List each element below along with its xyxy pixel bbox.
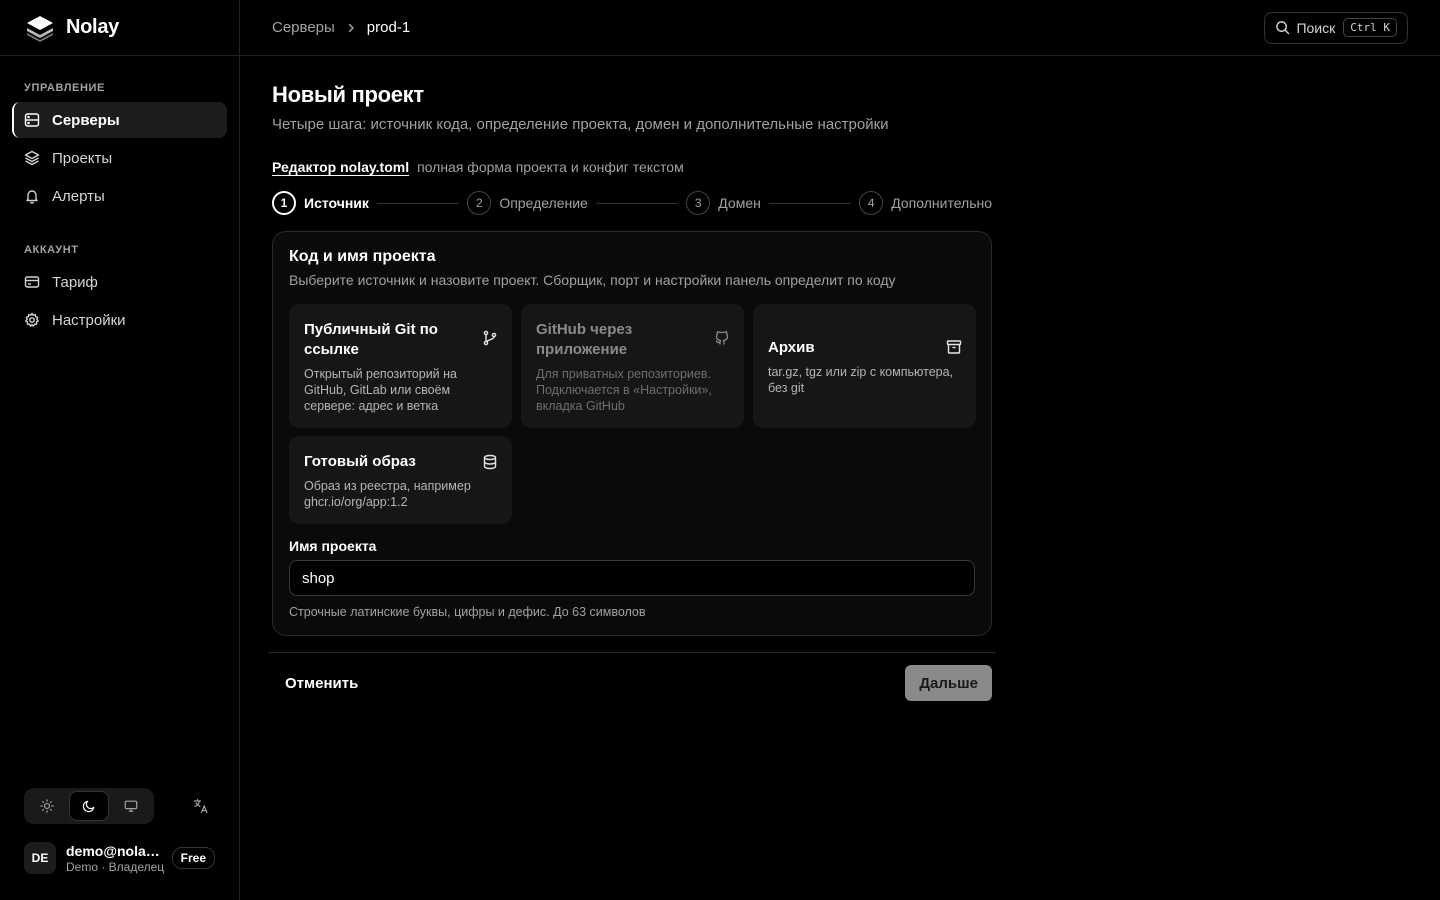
step-label: Дополнительно	[891, 195, 993, 211]
archive-icon	[946, 340, 962, 354]
language-button[interactable]	[183, 788, 219, 824]
toml-editor-description: полная форма проекта и конфиг текстом	[417, 159, 684, 175]
step-connector	[376, 202, 460, 204]
git-branch-icon	[483, 330, 497, 346]
option-description: tar.gz, tgz или zip с компьютера, без gi…	[768, 365, 954, 395]
step-number: 3	[686, 191, 711, 215]
layers-icon	[24, 150, 40, 166]
editor-row: Редактор nolay.toml полная форма проекта…	[272, 159, 968, 175]
sidebar-item-label: Алерты	[52, 187, 105, 205]
user-menu[interactable]: DE demo@nolay... Demo · Владелец Free	[24, 842, 215, 874]
stepper: 1 Источник 2 Определение 3 Домен 4 Допол…	[272, 191, 992, 215]
step-number: 1	[272, 191, 296, 215]
user-email: demo@nolay...	[66, 842, 162, 859]
cancel-button[interactable]: Отменить	[272, 667, 371, 700]
card-title: Код и имя проекта	[289, 248, 436, 265]
option-title: GitHub через приложение	[536, 321, 633, 358]
sidebar-item-label: Проекты	[52, 149, 113, 167]
database-icon	[483, 454, 497, 470]
breadcrumb-current: prod-1	[366, 19, 411, 36]
option-title: Архив	[768, 339, 815, 356]
step-definition[interactable]: 2 Определение	[467, 191, 588, 215]
project-name-hint: Строчные латинские буквы, цифры и дефис.…	[289, 605, 646, 619]
step-label: Источник	[304, 195, 369, 211]
source-option-public-git[interactable]: Публичный Git по ссылке Открытый репозит…	[289, 304, 512, 428]
source-options: Публичный Git по ссылке Открытый репозит…	[289, 304, 976, 524]
new-project-form: Новый проект Четыре шага: источник кода,…	[240, 56, 1000, 701]
option-description: Образ из реестра, например ghcr.io/org/a…	[304, 479, 471, 509]
monitor-icon	[124, 800, 138, 812]
nav-heading-management: УПРАВЛЕНИЕ	[24, 82, 105, 94]
sidebar-item-label: Тариф	[52, 273, 98, 291]
step-label: Домен	[718, 195, 761, 211]
step-source[interactable]: 1 Источник	[272, 191, 369, 215]
brand[interactable]: Nolay	[0, 0, 239, 56]
step-label: Определение	[499, 195, 588, 211]
source-option-image[interactable]: Готовый образ Образ из реестра, например…	[289, 436, 512, 524]
github-icon	[715, 331, 729, 345]
toml-editor-link[interactable]: Редактор nolay.toml	[272, 159, 409, 175]
option-description: Для приватных репозиториев. Подключается…	[536, 367, 712, 413]
server-icon	[24, 113, 40, 127]
nav-management: УПРАВЛЕНИЕ Серверы Проекты Алерты АККАУН…	[0, 56, 239, 340]
step-connector	[768, 202, 852, 204]
sidebar: Nolay УПРАВЛЕНИЕ Серверы Проекты Алерты …	[0, 0, 240, 900]
avatar: DE	[24, 842, 56, 874]
breadcrumb-servers[interactable]: Серверы	[272, 19, 335, 36]
main: Серверы prod-1 Поиск Ctrl K Новый проект…	[240, 0, 1440, 900]
theme-dark-button[interactable]	[69, 791, 109, 821]
search-label: Поиск	[1296, 19, 1336, 36]
source-card: Код и имя проекта Выберите источник и на…	[272, 231, 992, 636]
user-info: demo@nolay... Demo · Владелец	[66, 842, 165, 874]
form-footer: Отменить Дальше	[272, 665, 992, 701]
project-name-label: Имя проекта	[289, 538, 377, 554]
option-description: Открытый репозиторий на GitHub, GitLab и…	[304, 367, 457, 413]
theme-light-button[interactable]	[27, 791, 67, 821]
page-title: Новый проект	[272, 82, 424, 107]
sidebar-item-label: Серверы	[52, 111, 120, 129]
user-role: Demo · Владелец	[66, 859, 165, 874]
step-domain[interactable]: 3 Домен	[686, 191, 761, 215]
sidebar-item-plan[interactable]: Тариф	[12, 264, 227, 300]
source-option-archive[interactable]: Архив tar.gz, tgz или zip с компьютера, …	[753, 304, 976, 428]
sidebar-item-servers[interactable]: Серверы	[12, 102, 227, 138]
bell-icon	[26, 190, 38, 204]
sidebar-bottom: DE demo@nolay... Demo · Владелец Free	[0, 788, 239, 900]
project-name-input[interactable]	[289, 560, 975, 596]
breadcrumb: Серверы prod-1	[272, 19, 410, 36]
card-icon	[24, 276, 40, 288]
search-button[interactable]: Поиск Ctrl K	[1264, 11, 1408, 44]
footer-divider	[268, 652, 996, 653]
chevron-right-icon	[348, 23, 354, 32]
sidebar-item-alerts[interactable]: Алерты	[12, 178, 227, 214]
moon-icon	[82, 800, 95, 813]
topbar: Серверы prod-1 Поиск Ctrl K	[240, 0, 1440, 56]
gear-icon	[25, 312, 39, 327]
step-connector	[595, 202, 679, 204]
search-shortcut: Ctrl K	[1343, 18, 1397, 37]
card-description: Выберите источник и назовите проект. Сбо…	[289, 272, 896, 288]
logo-icon	[27, 15, 53, 42]
step-number: 4	[859, 191, 884, 215]
brand-name: Nolay	[66, 16, 119, 38]
sun-icon	[40, 799, 54, 813]
translate-icon	[193, 798, 208, 814]
step-advanced[interactable]: 4 Дополнительно	[859, 191, 992, 215]
source-option-github-app: GitHub через приложение Для приватных ре…	[521, 304, 744, 428]
option-title: Готовый образ	[304, 453, 416, 470]
sidebar-item-label: Настройки	[52, 311, 126, 329]
plan-badge: Free	[171, 847, 215, 869]
nav-heading-account: АККАУНТ	[24, 244, 79, 256]
search-icon	[1276, 21, 1290, 35]
sidebar-item-settings[interactable]: Настройки	[12, 302, 227, 338]
step-number: 2	[467, 191, 492, 215]
option-title: Публичный Git по ссылке	[304, 321, 438, 358]
theme-switch	[24, 788, 154, 824]
page-description: Четыре шага: источник кода, определение …	[272, 116, 889, 133]
theme-system-button[interactable]	[111, 791, 151, 821]
theme-row	[24, 788, 215, 824]
next-button[interactable]: Дальше	[905, 665, 992, 701]
sidebar-item-projects[interactable]: Проекты	[12, 140, 227, 176]
